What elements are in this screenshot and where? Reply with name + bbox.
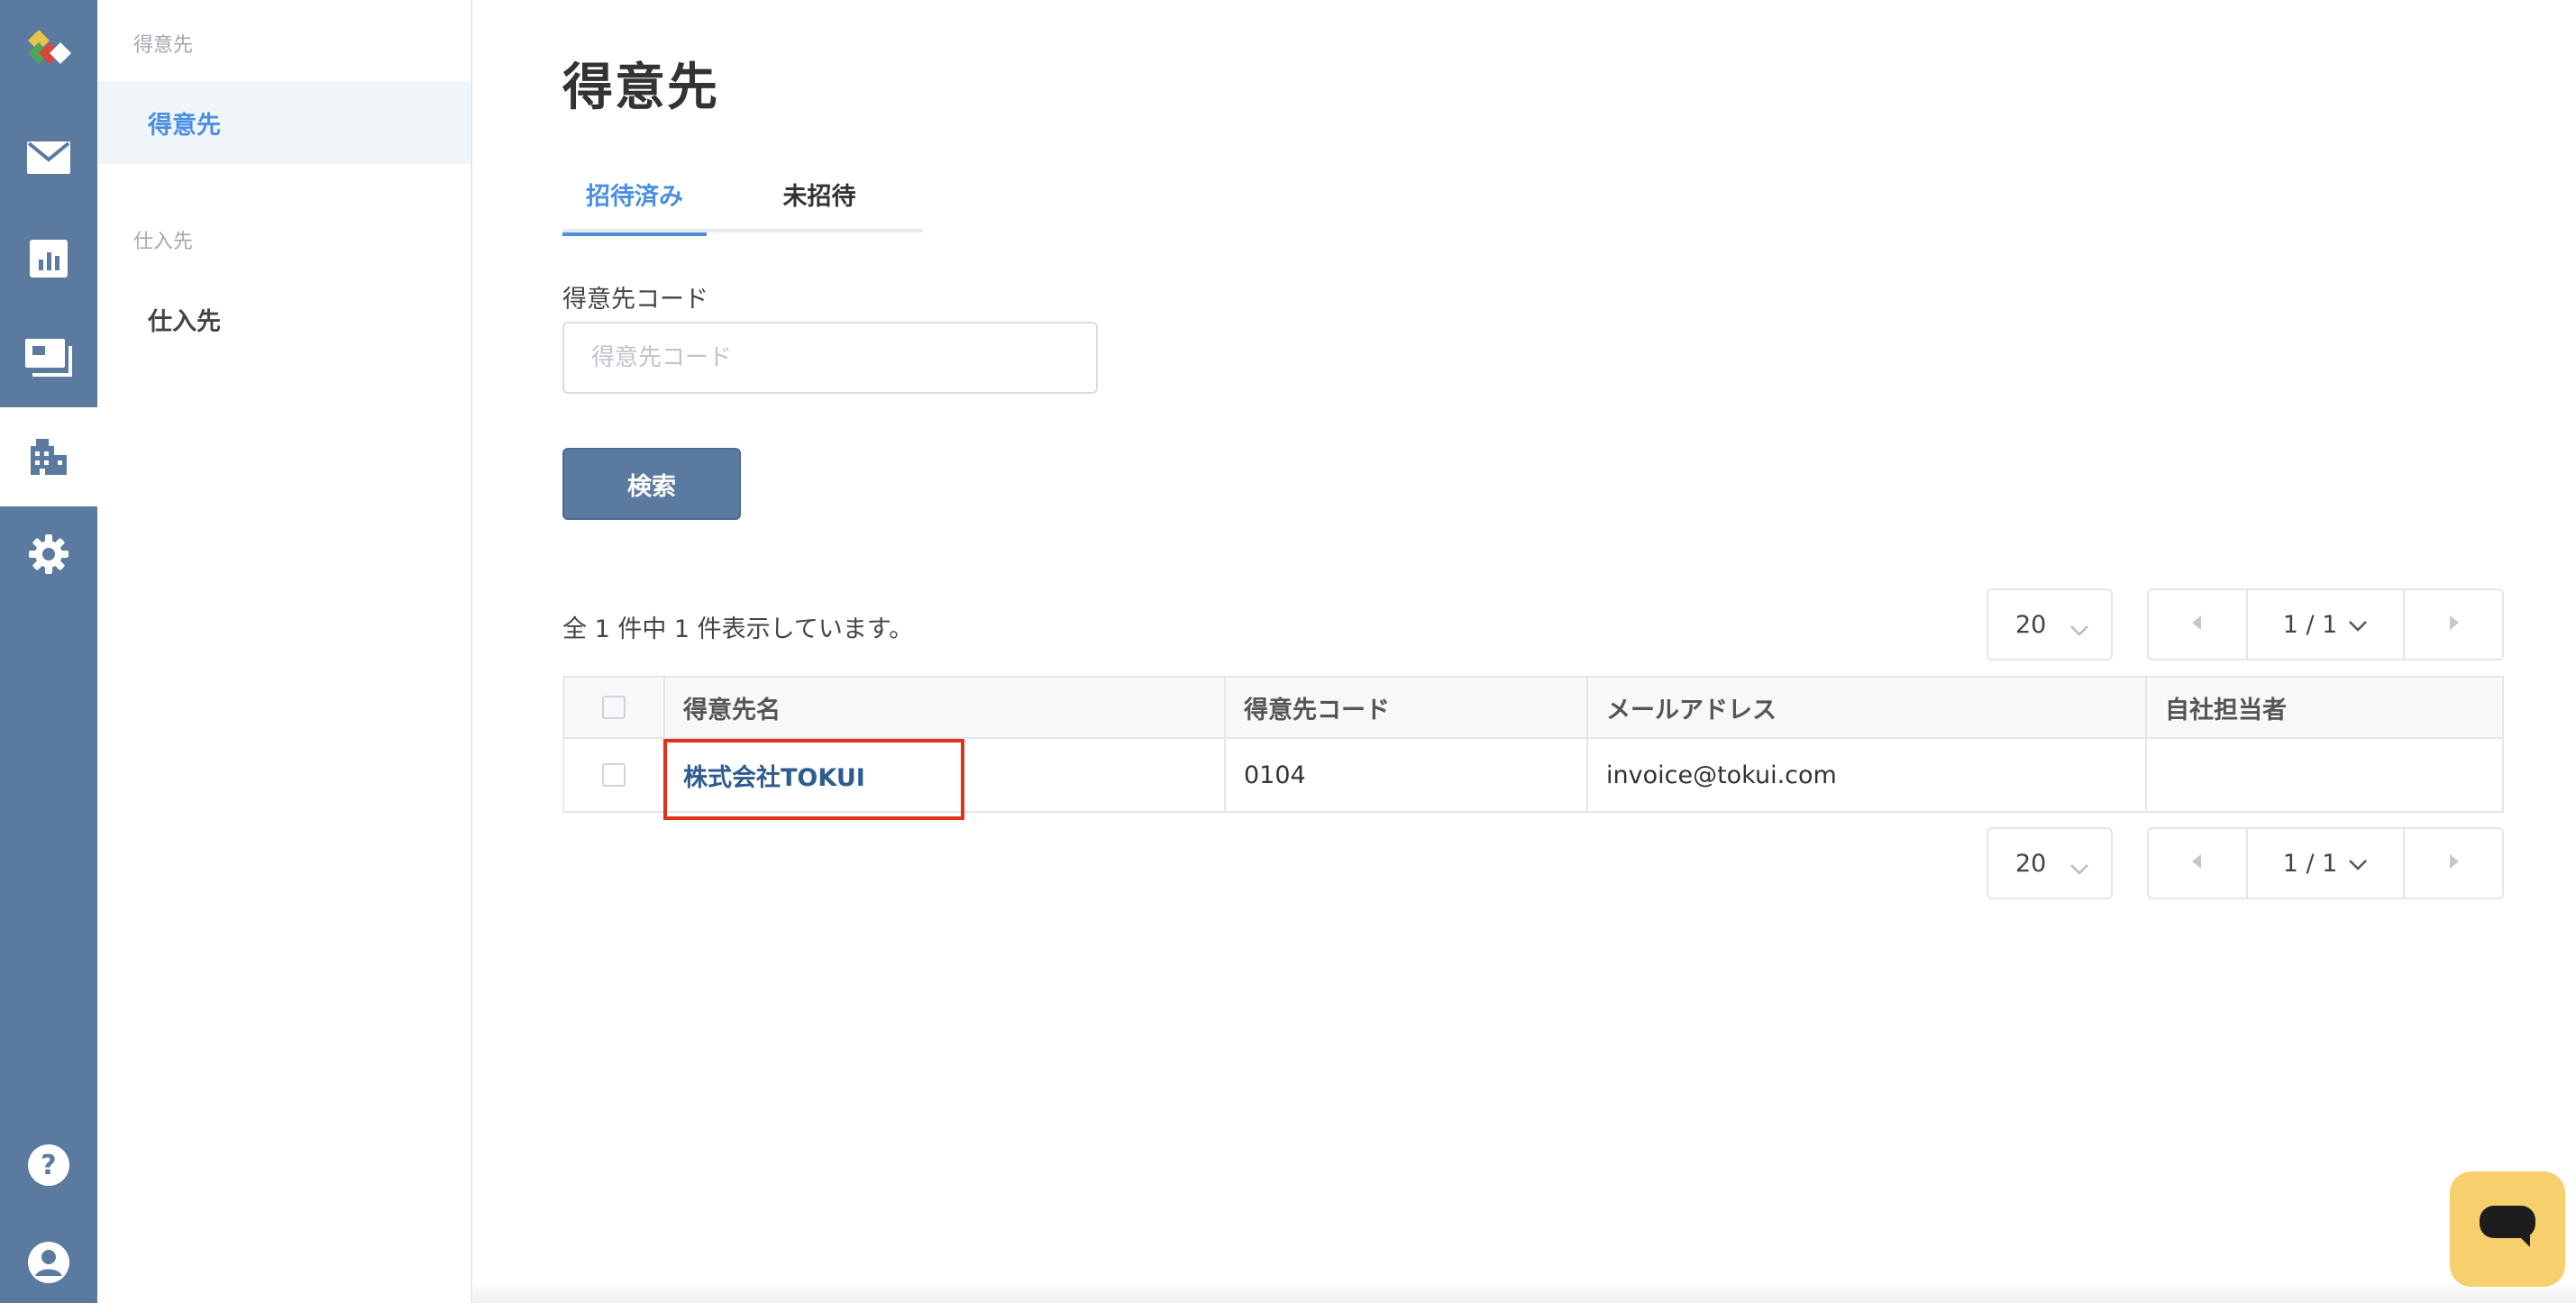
column-header-name[interactable]: 得意先名 [664,677,1225,738]
page-title: 得意先 [562,47,719,120]
row-checkbox[interactable] [602,763,626,787]
pagination: 1 / 1 [2147,588,2504,661]
column-header-email[interactable]: メールアドレス [1587,677,2146,738]
subnav-section-title: 得意先 [133,29,193,58]
client-email-cell: invoice@tokui.com [1587,738,2146,812]
chevron-down-icon [2348,611,2368,639]
per-page-select[interactable]: 20 [1987,827,2113,899]
caret-right-icon [2448,854,2459,872]
select-all-cell [563,677,664,738]
column-header-code[interactable]: 得意先コード [1225,677,1587,738]
clients-table: 得意先名 得意先コード メールアドレス 自社担当者 株式会社TOKUI 0104… [562,676,2504,813]
table-row: 株式会社TOKUI 0104 invoice@tokui.com [563,738,2503,812]
app-logo-button[interactable] [0,0,97,99]
chat-button[interactable] [2450,1171,2565,1287]
table-header-row: 得意先名 得意先コード メールアドレス 自社担当者 [563,677,2503,738]
client-staff-cell [2146,738,2503,812]
per-page-select[interactable]: 20 [1987,588,2113,661]
user-icon [28,1242,69,1283]
bottom-shadow [472,1281,2576,1303]
chevron-down-icon [2069,615,2089,643]
icon-rail: ? [0,0,97,1303]
client-code-cell: 0104 [1225,738,1587,812]
payment-icon [25,339,72,377]
per-page-value: 20 [2015,611,2046,639]
app-logo-icon [19,24,78,75]
building-icon [29,437,69,477]
subnav-section-title: 仕入先 [133,225,193,254]
tab-not-invited[interactable]: 未招待 [761,177,878,232]
current-page: 1 / 1 [2283,611,2338,639]
next-page-button[interactable] [2403,590,2502,659]
row-select-cell [563,738,664,812]
pagination: 1 / 1 [2147,827,2504,899]
column-header-staff[interactable]: 自社担当者 [2146,677,2503,738]
caret-left-icon [2192,854,2203,872]
chat-bubble-icon [2478,1202,2537,1256]
chevron-down-icon [2348,850,2368,878]
tab-bar: 招待済み 未招待 [562,177,923,232]
rail-payments-button[interactable] [0,308,97,407]
rail-mail-button[interactable] [0,108,97,207]
caret-right-icon [2448,615,2459,633]
main-content: 得意先 招待済み 未招待 得意先コード 検索 全 1 件中 1 件表示しています… [472,0,2576,1303]
result-count: 全 1 件中 1 件表示しています。 [562,609,913,644]
page-select[interactable]: 1 / 1 [2248,829,2403,897]
rail-clients-button[interactable] [0,407,97,506]
prev-page-button[interactable] [2149,829,2248,897]
client-code-input[interactable] [562,322,1098,394]
rail-reports-button[interactable] [0,209,97,308]
next-page-button[interactable] [2403,829,2502,897]
subnav-item-clients[interactable]: 得意先 [97,81,470,164]
tab-invited[interactable]: 招待済み [562,177,707,236]
current-page: 1 / 1 [2283,850,2338,878]
prev-page-button[interactable] [2149,590,2248,659]
client-name-cell: 株式会社TOKUI [664,738,1225,812]
chevron-down-icon [2069,854,2089,882]
help-icon: ? [28,1144,69,1186]
rail-help-button[interactable]: ? [0,1116,97,1215]
per-page-value: 20 [2015,850,2046,878]
sub-navigation: 得意先 得意先 仕入先 仕入先 [97,0,472,1303]
subnav-item-suppliers[interactable]: 仕入先 [97,278,470,360]
highlight-box [663,739,964,820]
search-button[interactable]: 検索 [562,448,741,520]
rail-settings-button[interactable] [0,505,97,604]
rail-account-button[interactable] [0,1213,97,1312]
select-all-checkbox[interactable] [602,696,626,719]
gear-icon [27,533,70,576]
mail-icon [27,141,70,174]
page-select[interactable]: 1 / 1 [2248,590,2403,659]
caret-left-icon [2192,615,2203,633]
chart-icon [30,240,68,278]
client-code-label: 得意先コード [562,279,708,314]
svg-text:?: ? [41,1150,56,1181]
